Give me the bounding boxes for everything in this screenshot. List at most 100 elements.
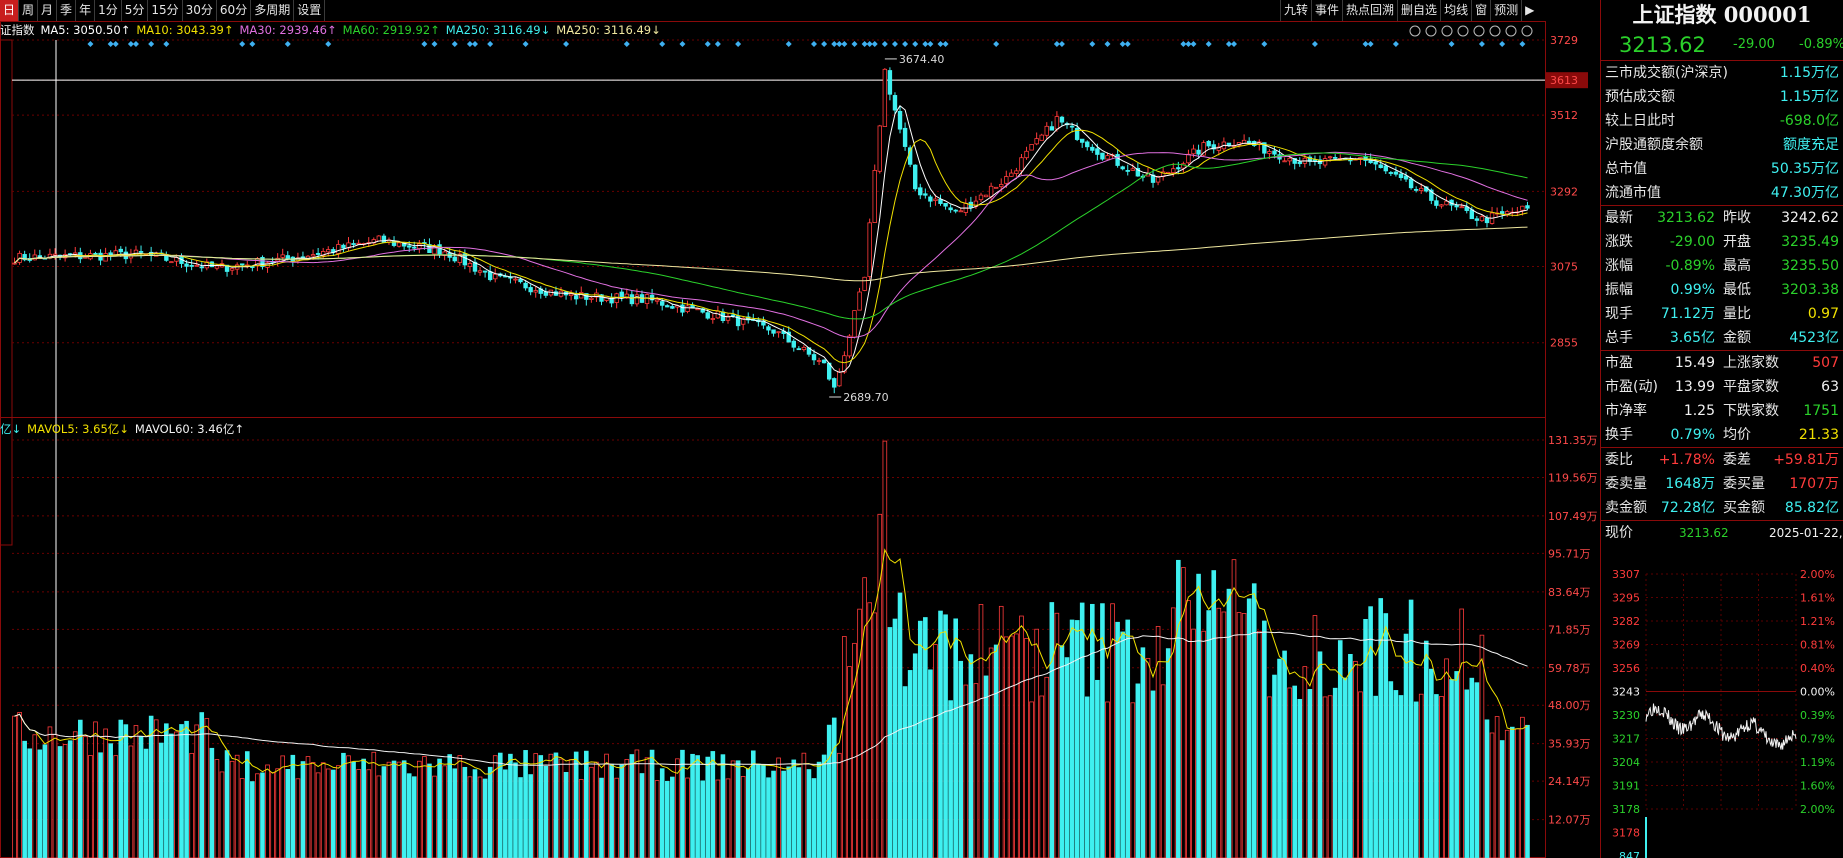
- cut-icon[interactable]: [1457, 25, 1469, 37]
- volume-bar: [917, 620, 923, 858]
- now-row: 现价 3213.62 2025-01-22,三: [1601, 520, 1843, 544]
- tool-2[interactable]: 热点回溯: [1342, 0, 1397, 21]
- period-tab-10[interactable]: 多周期: [251, 0, 295, 21]
- period-tab-9[interactable]: 60分: [217, 0, 252, 21]
- period-tab-4[interactable]: 年: [76, 0, 96, 21]
- volume-bar: [963, 684, 969, 858]
- volume-bar: [346, 755, 351, 858]
- volume-bar: [796, 767, 802, 858]
- volume-bar: [902, 686, 908, 858]
- eye-icon[interactable]: [1409, 25, 1421, 37]
- volume-bar: [887, 627, 893, 858]
- period-tab-8[interactable]: 30分: [183, 0, 217, 21]
- home-icon[interactable]: [1489, 25, 1501, 37]
- ma-legend-item-1: MA10: 3043.39↑: [136, 23, 234, 37]
- undo-icon[interactable]: [1441, 25, 1453, 37]
- tool-0[interactable]: 九转: [1280, 0, 1311, 21]
- period-tab-7[interactable]: 15分: [148, 0, 183, 21]
- tool-6[interactable]: 预测: [1490, 0, 1521, 21]
- mini-left-label: 3204: [1612, 756, 1640, 769]
- volume-bar: [1029, 701, 1034, 858]
- period-tab-1[interactable]: 周: [19, 0, 39, 21]
- volume-bar: [563, 772, 569, 858]
- candle-body: [862, 276, 867, 291]
- tool-3[interactable]: 删自选: [1397, 0, 1440, 21]
- panel-change-pct: -0.89%: [1799, 37, 1843, 52]
- volume-bar: [745, 768, 751, 858]
- tool-4[interactable]: 均线: [1440, 0, 1471, 21]
- hand-icon[interactable]: [1425, 25, 1437, 37]
- candle-body: [1287, 157, 1292, 162]
- candle-body: [1474, 218, 1480, 221]
- candle-body: [493, 273, 498, 280]
- lock-icon[interactable]: [1473, 25, 1485, 37]
- mini-left-label: 3307: [1612, 568, 1640, 581]
- volume-bar: [1150, 690, 1156, 858]
- volume-bar: [508, 753, 513, 858]
- tool-1[interactable]: 事件: [1311, 0, 1342, 21]
- volume-bar: [12, 715, 17, 858]
- period-tab-5[interactable]: 1分: [95, 0, 122, 21]
- volume-bar: [1393, 690, 1399, 858]
- zoom-out-icon[interactable]: [1521, 25, 1533, 37]
- period-tab-3[interactable]: 季: [57, 0, 77, 21]
- volume-bar: [78, 719, 83, 858]
- volume-bar: [1489, 732, 1495, 858]
- volume-bar: [123, 724, 129, 858]
- volume-bar: [239, 778, 245, 858]
- candle-body: [214, 265, 220, 269]
- stat-label-b: 上涨家数: [1723, 355, 1779, 371]
- volume-bar: [548, 753, 554, 858]
- panel-price: 3213.62: [1619, 33, 1706, 57]
- volume-bar: [1282, 650, 1287, 858]
- volume-bar: [700, 780, 705, 858]
- period-tab-6[interactable]: 5分: [122, 0, 149, 21]
- volume-bar: [771, 770, 776, 858]
- volume-bar: [604, 753, 609, 858]
- volume-bar: [1332, 687, 1338, 858]
- volume-tick-label: 59.78万: [1548, 662, 1591, 675]
- intraday-minichart[interactable]: 3307 2.00% 3295 1.61% 3282 1.21% 3269 0.81% 3256…: [1600, 560, 1843, 858]
- signal-diamond-icon: [148, 41, 155, 47]
- quote-row-3: 振幅 0.99% 最低 3203.38: [1601, 278, 1843, 302]
- signal-diamond-icon: [1230, 41, 1237, 47]
- signal-diamond-icon: [679, 41, 686, 47]
- candle-body: [194, 264, 199, 267]
- order-row-1: 委卖量 1648万 委买量 1707万: [1601, 472, 1843, 496]
- volume-bar: [629, 754, 635, 858]
- volume-bar: [1429, 668, 1434, 858]
- candle-body: [1520, 205, 1525, 211]
- volume-bar: [958, 660, 964, 858]
- volume-bar: [1267, 696, 1272, 858]
- volume-bar: [406, 773, 412, 858]
- period-tab-11[interactable]: 设置: [294, 0, 326, 21]
- signal-diamond-icon: [821, 41, 828, 47]
- volume-bar: [857, 608, 862, 858]
- volume-bar: [1196, 573, 1201, 858]
- period-tab-0[interactable]: 日: [0, 0, 20, 21]
- zoom-in-icon[interactable]: [1505, 25, 1517, 37]
- quote-label-a: 最新: [1605, 210, 1633, 226]
- turnover-value: 47.30万亿: [1770, 185, 1839, 201]
- candle-body: [665, 305, 670, 308]
- order-value-b: 1707万: [1789, 476, 1839, 492]
- period-tab-2[interactable]: 月: [38, 0, 58, 21]
- volume-bar: [487, 766, 493, 858]
- volume-bar: [417, 760, 422, 858]
- signal-diamond-icon: [325, 41, 332, 47]
- order-value-b: 85.82亿: [1784, 500, 1839, 516]
- candle-body: [240, 263, 245, 266]
- candle-body: [811, 354, 817, 361]
- signal-diamond-icon: [487, 41, 494, 47]
- volume-bar: [331, 769, 336, 858]
- quote-label-a: 总手: [1605, 330, 1633, 346]
- expand-arrow-icon[interactable]: ▶: [1521, 0, 1537, 21]
- volume-bar: [1358, 691, 1363, 858]
- volume-bar: [427, 763, 432, 858]
- quote-row-4: 现手 71.12万 量比 0.97: [1601, 302, 1843, 326]
- mini-right-label: 2.00%: [1800, 803, 1835, 816]
- panel-change: -29.00: [1733, 37, 1775, 52]
- candle-body: [528, 287, 533, 293]
- tool-5[interactable]: 窗: [1471, 0, 1490, 21]
- order-label-a: 委卖量: [1605, 476, 1647, 492]
